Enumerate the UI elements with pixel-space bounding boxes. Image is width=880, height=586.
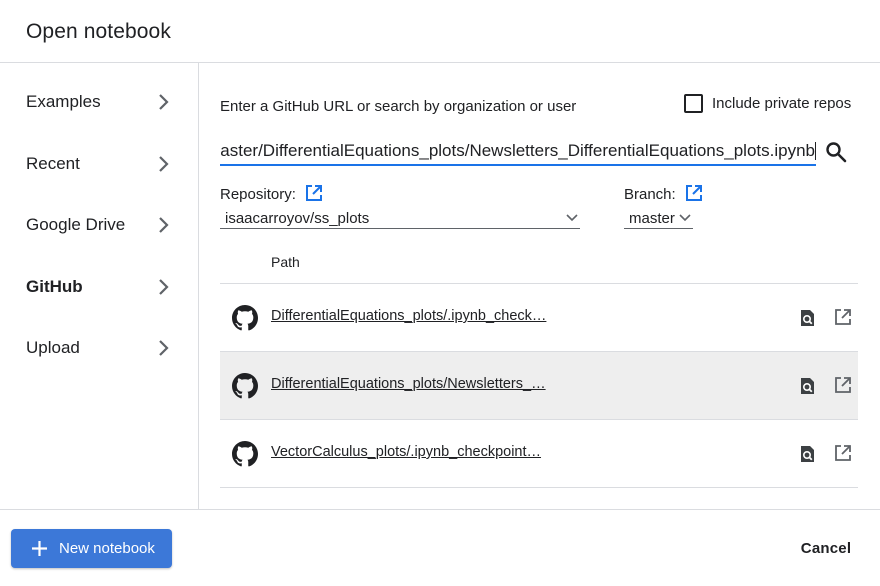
- sidebar-item-upload[interactable]: Upload: [0, 320, 198, 376]
- sidebar-item-google-drive[interactable]: Google Drive: [0, 197, 198, 253]
- table-divider: [220, 487, 858, 488]
- open-in-new-icon[interactable]: [834, 376, 852, 394]
- github-icon: [232, 305, 258, 331]
- chevron-right-icon: [159, 156, 169, 172]
- github-icon: [232, 373, 258, 399]
- chevron-right-icon: [159, 340, 169, 356]
- cancel-button[interactable]: Cancel: [790, 529, 862, 568]
- sidebar-item-label: Upload: [26, 338, 80, 357]
- chevron-right-icon: [159, 279, 169, 295]
- file-path-link[interactable]: DifferentialEquations_plots/.ipynb_check…: [271, 308, 546, 324]
- table-row[interactable]: DifferentialEquations_plots/.ipynb_check…: [220, 284, 858, 351]
- cancel-label: Cancel: [800, 540, 852, 557]
- chevron-right-icon: [159, 94, 169, 110]
- preview-icon[interactable]: [798, 445, 816, 463]
- header-divider: [0, 62, 880, 63]
- sidebar-item-recent[interactable]: Recent: [0, 136, 198, 192]
- open-notebook-dialog: Open notebook Examples Recent Google Dri…: [0, 0, 880, 586]
- sidebar-item-label: Recent: [26, 154, 80, 173]
- sidebar-item-label: Examples: [26, 92, 101, 111]
- path-column-header: Path: [271, 254, 300, 270]
- new-notebook-button[interactable]: New notebook: [11, 529, 172, 568]
- file-path-link[interactable]: VectorCalculus_plots/.ipynb_checkpoint…: [271, 444, 541, 460]
- branch-value: master: [629, 210, 675, 227]
- include-private-repos-toggle[interactable]: Include private repos: [684, 94, 851, 113]
- sidebar-item-label: Google Drive: [26, 215, 126, 234]
- new-notebook-label: New notebook: [59, 540, 155, 557]
- text-cursor: [815, 142, 816, 160]
- chevron-right-icon: [159, 217, 169, 233]
- sidebar-item-examples[interactable]: Examples: [0, 74, 198, 130]
- table-row[interactable]: DifferentialEquations_plots/Newsletters_…: [220, 352, 858, 419]
- include-private-repos-checkbox[interactable]: [684, 94, 703, 113]
- dialog-title: Open notebook: [26, 20, 171, 43]
- open-in-new-icon[interactable]: [305, 184, 323, 202]
- file-path-link[interactable]: DifferentialEquations_plots/Newsletters_…: [271, 376, 546, 392]
- footer-divider: [0, 509, 880, 510]
- chevron-down-icon: [566, 214, 578, 222]
- repository-value: isaacarroyov/ss_plots: [225, 210, 370, 227]
- plus-icon: [32, 541, 47, 556]
- open-in-new-icon[interactable]: [834, 308, 852, 326]
- preview-icon[interactable]: [798, 309, 816, 327]
- open-in-new-icon[interactable]: [834, 444, 852, 462]
- branch-select[interactable]: master: [624, 208, 693, 229]
- search-icon[interactable]: [824, 140, 848, 164]
- github-prompt: Enter a GitHub URL or search by organiza…: [220, 98, 577, 115]
- repository-label: Repository:: [220, 186, 296, 203]
- repository-select[interactable]: isaacarroyov/ss_plots: [220, 208, 580, 229]
- github-icon: [232, 441, 258, 467]
- include-private-repos-label: Include private repos: [712, 95, 852, 112]
- sidebar-divider: [198, 62, 199, 509]
- open-in-new-icon[interactable]: [685, 184, 703, 202]
- chevron-down-icon: [679, 214, 691, 222]
- sidebar-item-github[interactable]: GitHub: [0, 259, 198, 315]
- sidebar-item-label: GitHub: [26, 277, 83, 296]
- table-row[interactable]: VectorCalculus_plots/.ipynb_checkpoint…: [220, 420, 858, 487]
- github-url-input[interactable]: aster/DifferentialEquations_plots/Newsle…: [220, 138, 816, 164]
- github-url-field[interactable]: aster/DifferentialEquations_plots/Newsle…: [220, 138, 816, 166]
- branch-label: Branch:: [624, 186, 676, 203]
- preview-icon[interactable]: [798, 377, 816, 395]
